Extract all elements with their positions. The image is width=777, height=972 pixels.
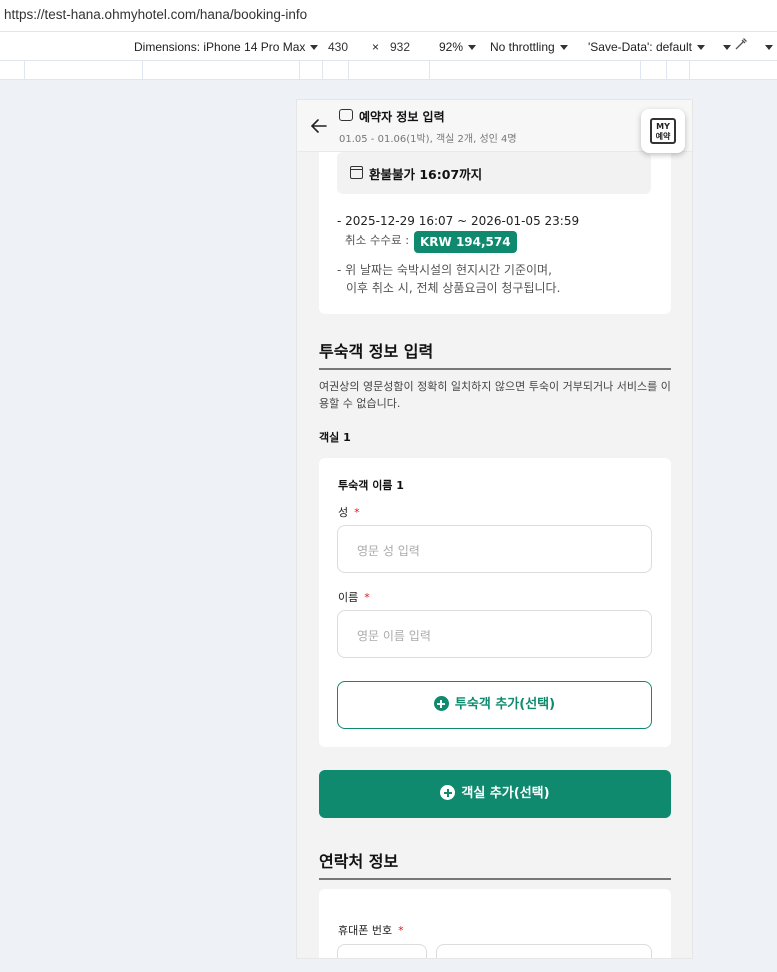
refund-deadline-text: 환불불가 16:07까지 — [369, 167, 483, 182]
save-data-select[interactable]: 'Save-Data': default — [588, 40, 705, 54]
cancellation-fee-badge: KRW 194,574 — [414, 231, 517, 253]
chevron-down-icon — [723, 45, 731, 50]
room-label: 객실 1 — [319, 431, 351, 444]
required-mark: * — [398, 924, 404, 937]
chevron-down-icon — [310, 45, 319, 50]
my-reservation-icon: MY 예약 — [650, 118, 676, 144]
phone-label: 휴대폰 번호 * — [338, 922, 404, 938]
plus-circle-icon — [440, 785, 456, 800]
device-select-label: Dimensions: iPhone 14 Pro Max — [134, 40, 306, 54]
eyedropper-icon[interactable] — [734, 37, 748, 54]
guest-form-card: 투숙객 이름 1 성 * 영문 성 입력 이름 * 영문 이름 입력 투숙객 추가(… — [319, 458, 671, 747]
section-divider — [319, 368, 671, 370]
throttling-select[interactable]: No throttling — [490, 40, 568, 54]
phone-label-text: 휴대폰 번호 — [338, 924, 393, 937]
add-guest-button[interactable]: 투숙객 추가(선택) — [337, 681, 652, 729]
url-text[interactable]: https://test-hana.ohmyhotel.com/hana/boo… — [4, 7, 307, 22]
last-name-input[interactable]: 영문 성 입력 — [337, 525, 652, 573]
add-room-label: 객실 추가(선택) — [461, 786, 550, 801]
my-reservation-line2: 예약 — [655, 132, 671, 141]
passport-name-notice: 여권상의 영문성함이 정확히 일치하지 않으면 투숙이 거부되거나 서비스를 이… — [319, 380, 671, 410]
width-input[interactable]: 430 — [328, 40, 348, 54]
first-name-placeholder: 영문 이름 입력 — [357, 629, 431, 643]
guest-title: 투숙객 이름 1 — [338, 479, 404, 492]
zoom-label: 92% — [439, 40, 464, 54]
calendar-icon — [350, 166, 363, 179]
save-data-label: 'Save-Data': default — [588, 40, 692, 54]
overflow-menu[interactable] — [760, 40, 773, 54]
contact-form-card: 휴대폰 번호 * — [319, 889, 671, 958]
page-title: 예약자 정보 입력 — [359, 110, 445, 124]
last-name-label-text: 성 — [338, 506, 349, 519]
throttling-label: No throttling — [490, 40, 555, 54]
page-header: 예약자 정보 입력 01.05 - 01.06(1박), 객실 2개, 성인 4… — [297, 100, 692, 152]
more-options-caret[interactable] — [718, 40, 731, 54]
required-mark: * — [354, 506, 360, 519]
add-guest-label: 투숙객 추가(선택) — [454, 697, 556, 712]
required-mark: * — [364, 591, 370, 604]
country-code-select[interactable] — [337, 944, 427, 958]
booking-summary: 01.05 - 01.06(1박), 객실 2개, 성인 4명 — [339, 134, 517, 145]
guest-section-title: 투숙객 정보 입력 — [319, 342, 434, 361]
cancellation-fee-label: 취소 수수료 : — [345, 233, 410, 247]
add-room-button[interactable]: 객실 추가(선택) — [319, 770, 671, 818]
first-name-label: 이름 * — [338, 589, 370, 605]
policy-note-line2: 이후 취소 시, 전체 상품요금이 청구됩니다. — [346, 281, 561, 295]
media-query-ruler — [0, 61, 777, 80]
refund-deadline-pill: 환불불가 16:07까지 — [337, 152, 651, 194]
chevron-down-icon — [559, 45, 568, 50]
plus-circle-icon — [433, 696, 449, 711]
my-reservation-line1: MY — [656, 122, 670, 131]
cancellation-period: - 2025-12-29 16:07 ~ 2026-01-05 23:59 — [337, 214, 580, 228]
contact-section-title: 연락처 정보 — [319, 852, 399, 871]
reservation-icon — [339, 109, 353, 121]
cancellation-policy-card: 환불불가 16:07까지 - 2025-12-29 16:07 ~ 2026-0… — [319, 140, 671, 314]
policy-note-line1: - 위 날짜는 숙박시설의 현지시간 기준이며, — [337, 263, 552, 277]
mobile-viewport: 예약자 정보 입력 01.05 - 01.06(1박), 객실 2개, 성인 4… — [296, 99, 693, 959]
device-select[interactable]: Dimensions: iPhone 14 Pro Max — [134, 40, 319, 54]
last-name-label: 성 * — [338, 504, 360, 520]
height-input[interactable]: 932 — [390, 40, 410, 54]
dimension-separator: × — [372, 40, 380, 54]
first-name-input[interactable]: 영문 이름 입력 — [337, 610, 652, 658]
zoom-select[interactable]: 92% — [439, 40, 477, 54]
address-bar[interactable]: https://test-hana.ohmyhotel.com/hana/boo… — [0, 0, 777, 32]
my-reservation-button[interactable]: MY 예약 — [641, 109, 685, 153]
chevron-down-icon — [468, 45, 477, 50]
section-divider — [319, 878, 671, 880]
phone-number-input[interactable] — [436, 944, 652, 958]
chevron-down-icon — [696, 45, 705, 50]
device-toolbar: Dimensions: iPhone 14 Pro Max 430 × 932 … — [0, 33, 777, 61]
chevron-down-icon — [765, 45, 773, 50]
first-name-label-text: 이름 — [338, 591, 359, 604]
last-name-placeholder: 영문 성 입력 — [357, 544, 420, 558]
back-arrow-icon[interactable] — [309, 116, 329, 136]
